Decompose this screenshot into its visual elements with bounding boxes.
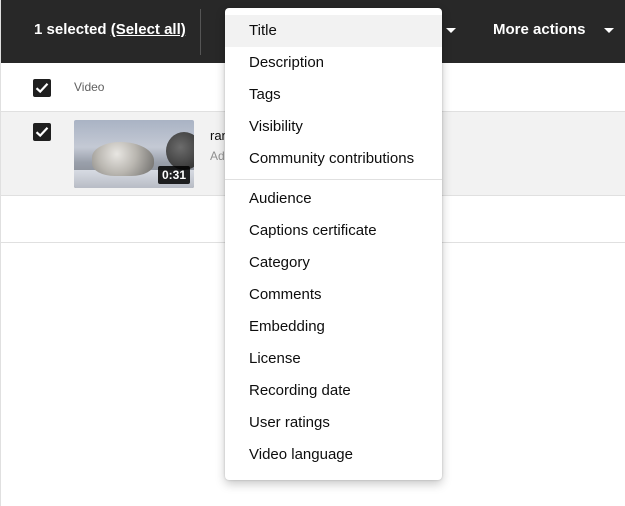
- toolbar-divider: [200, 9, 201, 55]
- thumbnail-seal: [92, 142, 154, 176]
- menu-item-audience[interactable]: Audience: [225, 183, 442, 215]
- row-select-checkbox[interactable]: [33, 123, 51, 141]
- selection-status: 1 selected (Select all): [34, 21, 186, 38]
- video-thumbnail[interactable]: 0:31: [74, 120, 194, 188]
- video-duration: 0:31: [157, 166, 190, 184]
- menu-item-title[interactable]: Title: [225, 15, 442, 47]
- menu-item-recording-date[interactable]: Recording date: [225, 375, 442, 407]
- edit-dropdown-caret-icon[interactable]: [446, 28, 456, 33]
- menu-item-license[interactable]: License: [225, 343, 442, 375]
- more-actions-caret-icon[interactable]: [604, 28, 614, 33]
- select-all-link[interactable]: (Select all): [111, 21, 186, 38]
- select-all-checkbox[interactable]: [33, 79, 51, 97]
- menu-item-tags[interactable]: Tags: [225, 79, 442, 111]
- thumbnail-seal-dark: [166, 132, 194, 170]
- menu-item-embedding[interactable]: Embedding: [225, 311, 442, 343]
- more-actions-button[interactable]: More actions: [493, 21, 586, 38]
- menu-item-community-contributions[interactable]: Community contributions: [225, 143, 442, 175]
- menu-item-comments[interactable]: Comments: [225, 279, 442, 311]
- video-list-page: 1 selected (Select all) More actions Vid…: [0, 0, 625, 506]
- video-column-header: Video: [74, 80, 105, 94]
- menu-item-captions-certificate[interactable]: Captions certificate: [225, 215, 442, 247]
- checkmark-icon: [35, 127, 49, 138]
- edit-dropdown-menu: Title Description Tags Visibility Commun…: [225, 8, 442, 480]
- menu-item-user-ratings[interactable]: User ratings: [225, 407, 442, 439]
- checkmark-icon: [35, 83, 49, 94]
- selected-count: 1 selected: [34, 21, 107, 38]
- menu-divider: [225, 179, 442, 180]
- menu-item-category[interactable]: Category: [225, 247, 442, 279]
- menu-item-description[interactable]: Description: [225, 47, 442, 79]
- menu-item-video-language[interactable]: Video language: [225, 439, 442, 471]
- menu-item-visibility[interactable]: Visibility: [225, 111, 442, 143]
- video-description: Ad: [210, 149, 225, 163]
